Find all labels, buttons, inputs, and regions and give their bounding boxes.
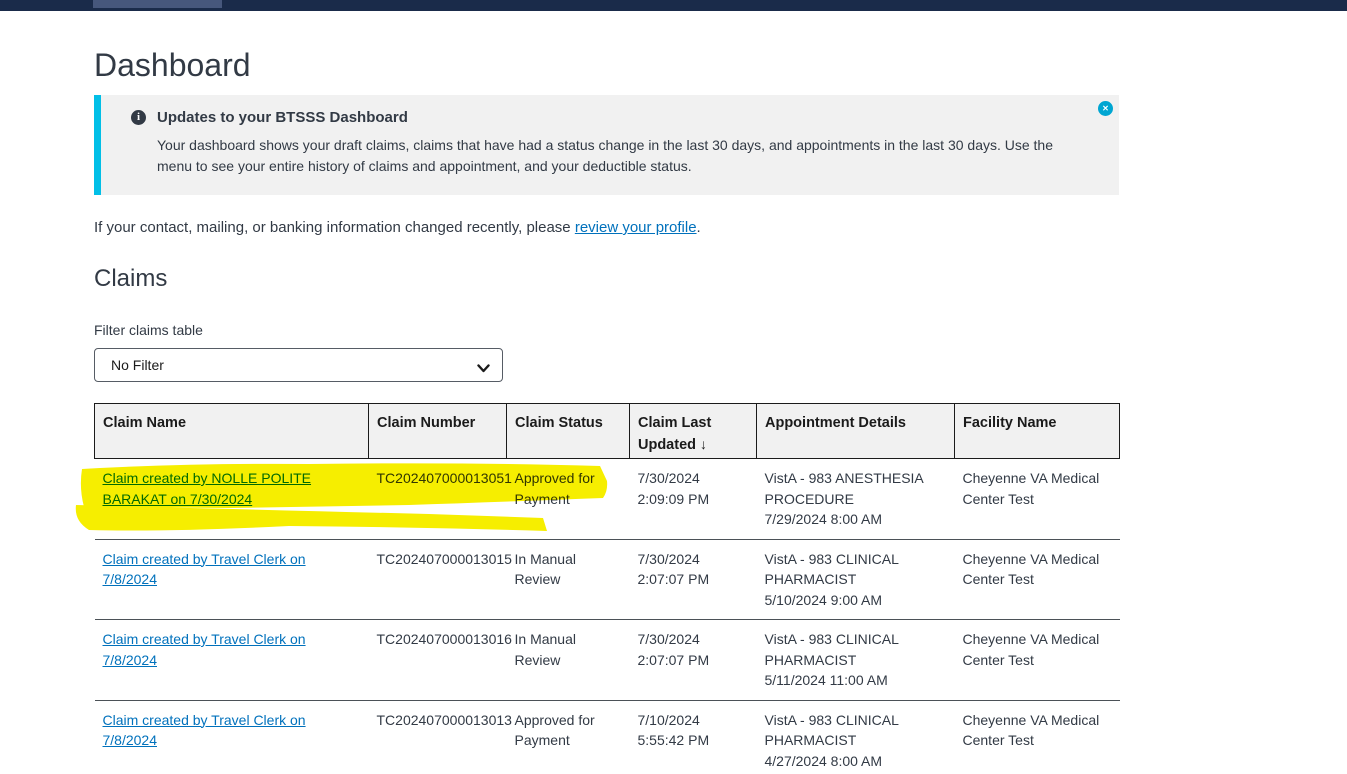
dashboard-page: Dashboard ✕ i Updates to your BTSSS Dash… [94, 11, 1119, 774]
claims-table: Claim Name Claim Number Claim Status Cla… [94, 403, 1120, 774]
appointment-name: VistA - 983 CLINICAL PHARMACIST [765, 629, 947, 670]
claims-heading: Claims [94, 264, 1119, 294]
filter-claims-label: Filter claims table [94, 322, 1119, 338]
alert-title-row: i Updates to your BTSSS Dashboard [131, 109, 1079, 126]
table-row: Claim created by Travel Clerk on 7/8/202… [95, 620, 1120, 701]
facility-name-cell: Cheyenne VA Medical Center Test [955, 620, 1120, 701]
claim-link[interactable]: Claim created by NOLLE POLITE BARAKAT on… [103, 470, 312, 507]
claim-link[interactable]: Claim created by Travel Clerk on 7/8/202… [103, 631, 306, 668]
claim-updated-cell: 7/30/2024 2:09:09 PM [630, 459, 757, 540]
claim-number-cell: TC202407000013051 [369, 459, 507, 540]
alert-body-text: Your dashboard shows your draft claims, … [157, 135, 1079, 177]
claim-status-cell: In Manual Review [507, 539, 630, 620]
appointment-time: 7/29/2024 8:00 AM [765, 509, 947, 530]
claim-name-cell: Claim created by Travel Clerk on 7/8/202… [95, 620, 369, 701]
claim-status-cell: In Manual Review [507, 620, 630, 701]
chevron-down-icon [477, 360, 490, 378]
claim-updated-cell: 7/10/2024 5:55:42 PM [630, 700, 757, 774]
active-nav-indicator [93, 0, 222, 8]
table-row: Claim created by Travel Clerk on 7/8/202… [95, 539, 1120, 620]
facility-name-cell: Cheyenne VA Medical Center Test [955, 539, 1120, 620]
alert-title: Updates to your BTSSS Dashboard [157, 109, 408, 126]
appointment-name: VistA - 983 CLINICAL PHARMACIST [765, 710, 947, 751]
filter-selected-value: No Filter [111, 357, 164, 373]
claim-status-cell: Approved for Payment [507, 459, 630, 540]
page-title: Dashboard [94, 45, 1119, 85]
column-header-appointment-details: Appointment Details [757, 404, 955, 459]
appointment-details-cell: VistA - 983 ANESTHESIA PROCEDURE 7/29/20… [757, 459, 955, 540]
appointment-details-cell: VistA - 983 CLINICAL PHARMACIST 4/27/202… [757, 700, 955, 774]
column-header-claim-name: Claim Name [95, 404, 369, 459]
close-icon[interactable]: ✕ [1098, 101, 1113, 116]
profile-note-text: If your contact, mailing, or banking inf… [94, 219, 575, 236]
claims-table-container: Claim Name Claim Number Claim Status Cla… [94, 403, 1119, 774]
facility-name-cell: Cheyenne VA Medical Center Test [955, 700, 1120, 774]
table-row: Claim created by Travel Clerk on 7/8/202… [95, 700, 1120, 774]
claim-name-cell: Claim created by Travel Clerk on 7/8/202… [95, 700, 369, 774]
facility-name-cell: Cheyenne VA Medical Center Test [955, 459, 1120, 540]
column-header-claim-last-updated[interactable]: Claim Last Updated ↓ [630, 404, 757, 459]
claim-number-cell: TC202407000013015 [369, 539, 507, 620]
claims-filter-select[interactable]: No Filter [94, 348, 503, 382]
claim-number-cell: TC202407000013016 [369, 620, 507, 701]
review-profile-link[interactable]: review your profile [575, 219, 697, 236]
appointment-details-cell: VistA - 983 CLINICAL PHARMACIST 5/10/202… [757, 539, 955, 620]
claim-status-cell: Approved for Payment [507, 700, 630, 774]
profile-note: If your contact, mailing, or banking inf… [94, 218, 1119, 238]
table-row: Claim created by NOLLE POLITE BARAKAT on… [95, 459, 1120, 540]
sort-descending-icon: ↓ [700, 436, 707, 452]
dashboard-updates-alert: ✕ i Updates to your BTSSS Dashboard Your… [94, 95, 1119, 195]
claim-link[interactable]: Claim created by Travel Clerk on 7/8/202… [103, 551, 306, 588]
claim-name-cell: Claim created by NOLLE POLITE BARAKAT on… [95, 459, 369, 540]
claim-name-cell: Claim created by Travel Clerk on 7/8/202… [95, 539, 369, 620]
column-header-facility-name: Facility Name [955, 404, 1120, 459]
profile-note-period: . [697, 219, 701, 236]
claim-updated-cell: 7/30/2024 2:07:07 PM [630, 620, 757, 701]
appointment-name: VistA - 983 CLINICAL PHARMACIST [765, 549, 947, 590]
claim-link[interactable]: Claim created by Travel Clerk on 7/8/202… [103, 712, 306, 749]
top-navigation-bar [0, 0, 1347, 11]
appointment-time: 5/10/2024 9:00 AM [765, 590, 947, 611]
table-header-row: Claim Name Claim Number Claim Status Cla… [95, 404, 1120, 459]
appointment-name: VistA - 983 ANESTHESIA PROCEDURE [765, 468, 947, 509]
appointment-details-cell: VistA - 983 CLINICAL PHARMACIST 5/11/202… [757, 620, 955, 701]
appointment-time: 5/11/2024 11:00 AM [765, 670, 947, 691]
column-header-claim-number: Claim Number [369, 404, 507, 459]
claim-updated-cell: 7/30/2024 2:07:07 PM [630, 539, 757, 620]
info-icon: i [131, 110, 146, 125]
claim-number-cell: TC202407000013013 [369, 700, 507, 774]
column-header-claim-status: Claim Status [507, 404, 630, 459]
appointment-time: 4/27/2024 8:00 AM [765, 751, 947, 772]
